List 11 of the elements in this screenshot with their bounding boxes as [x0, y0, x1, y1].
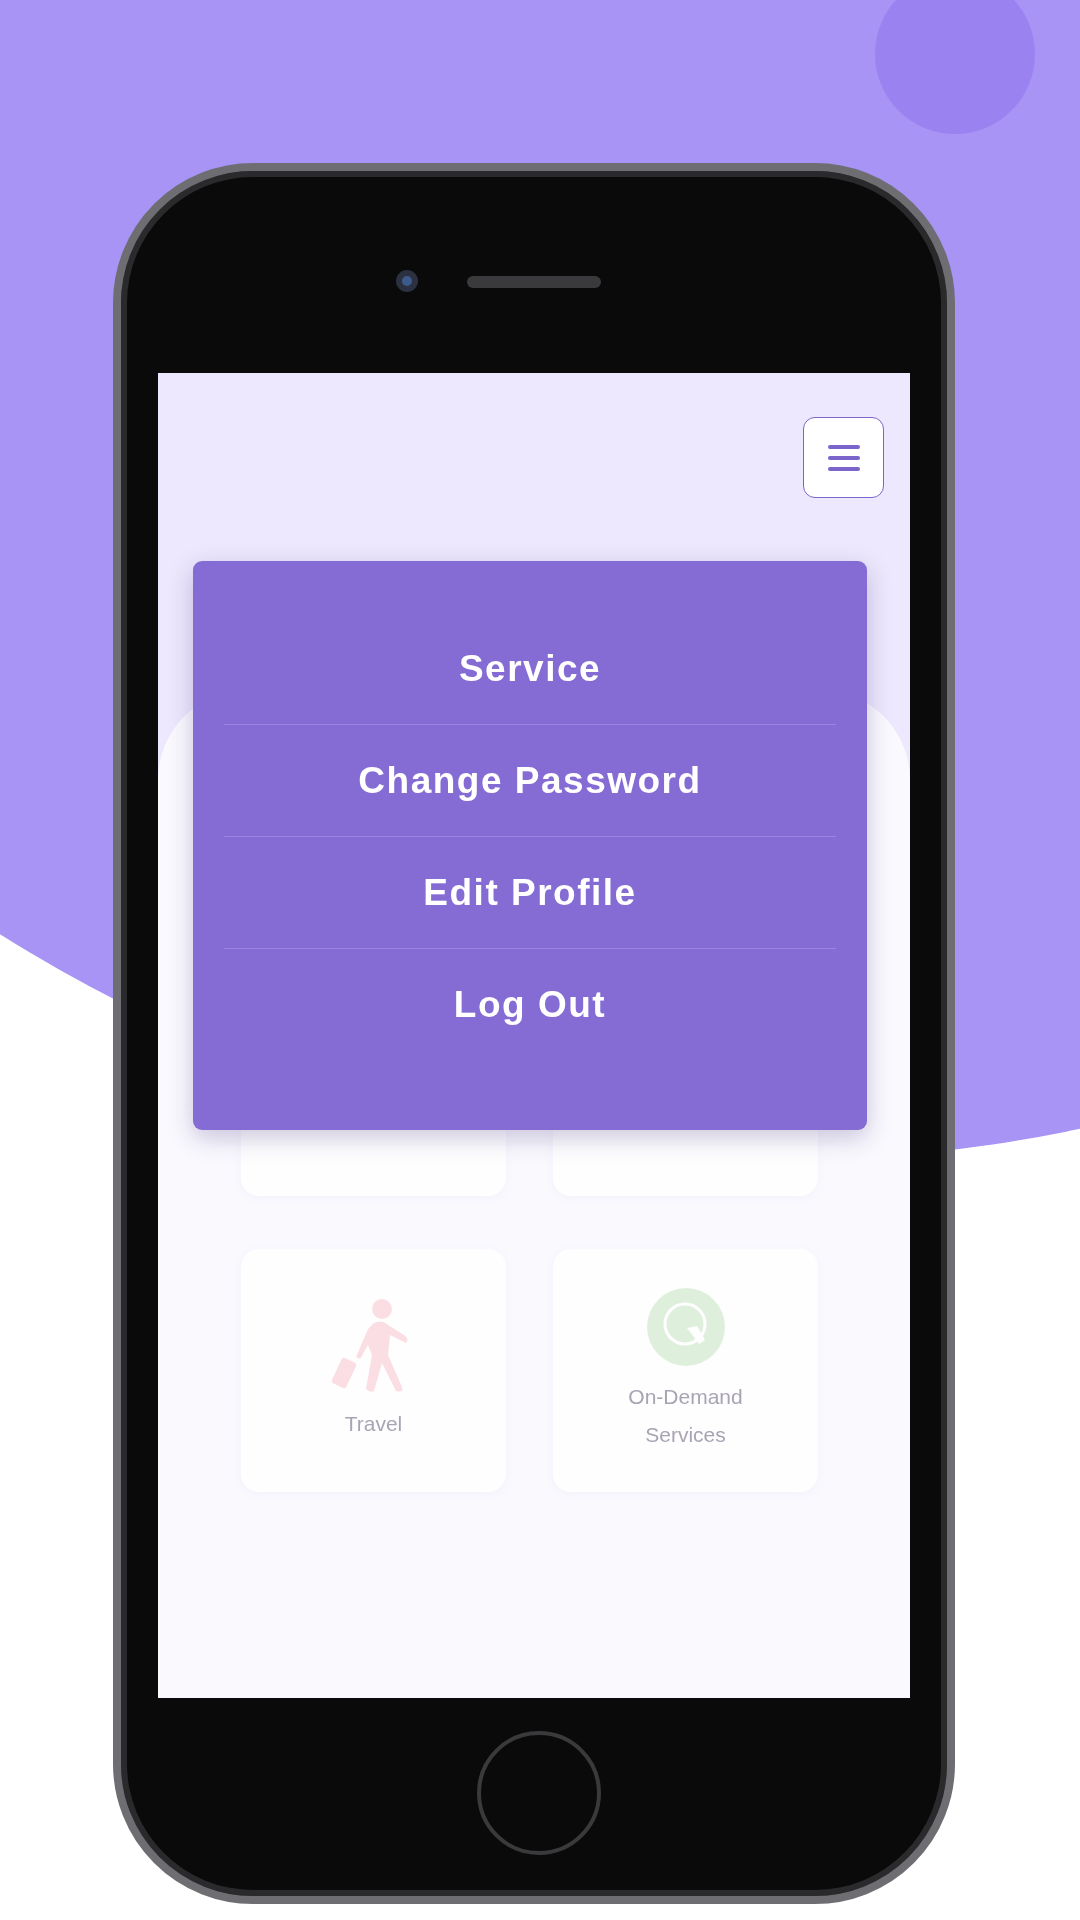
menu-button[interactable] — [803, 417, 884, 498]
camera-icon — [395, 269, 419, 293]
card-label: Travel — [343, 1410, 404, 1437]
menu-item[interactable]: Service — [224, 613, 836, 725]
menu-icon — [827, 444, 860, 471]
menu-item[interactable]: Change Password — [224, 725, 836, 837]
card-label: On-Demand Services — [627, 1383, 744, 1448]
menu-item[interactable]: Edit Profile — [224, 837, 836, 949]
menu-item[interactable]: Log Out — [224, 949, 836, 1060]
service-card[interactable]: On-Demand Services — [553, 1249, 818, 1492]
service-card[interactable]: Travel — [241, 1249, 506, 1492]
